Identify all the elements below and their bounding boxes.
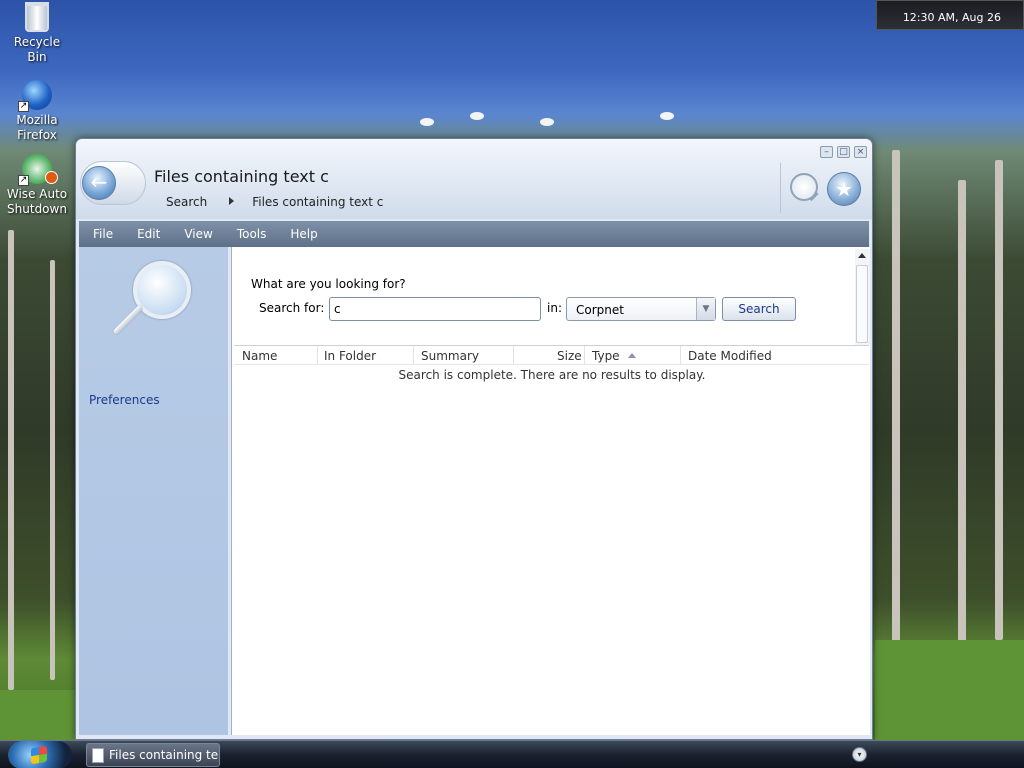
close-icon: ×: [856, 147, 865, 157]
desktop-icon-recycle-bin[interactable]: Recycle Bin: [4, 2, 70, 65]
start-button[interactable]: [8, 741, 72, 768]
blossom-decoration: [540, 118, 554, 126]
breadcrumb-item-current[interactable]: Files containing text c: [252, 195, 383, 209]
breadcrumb-arrow-icon[interactable]: [229, 197, 235, 205]
location-value: Corpnet: [576, 303, 624, 317]
grass: [0, 690, 75, 740]
desktop-icon-label: Wise Auto Shutdown: [6, 187, 68, 216]
favorites-button[interactable]: ★: [827, 172, 861, 206]
taskbar-item-label: Files containing te...: [109, 748, 220, 762]
menu-file[interactable]: File: [93, 221, 113, 241]
clock-text: 12:30 AM, Aug 26: [902, 11, 1001, 24]
column-divider[interactable]: [317, 346, 318, 365]
window-title: Files containing text c: [154, 167, 329, 186]
column-divider[interactable]: [584, 346, 585, 365]
location-dropdown[interactable]: Corpnet ▼: [566, 297, 716, 321]
search-button[interactable]: Search: [722, 297, 796, 321]
tree-trunk: [8, 230, 14, 690]
desktop-icon-firefox[interactable]: ↗ Mozilla Firefox: [4, 80, 70, 143]
alarm-badge-icon: [45, 171, 58, 184]
search-window: ← Files containing text c Search Files co…: [75, 138, 873, 740]
back-button[interactable]: ←: [82, 166, 116, 200]
scroll-up-icon[interactable]: [858, 253, 866, 258]
shortcut-arrow-icon: ↗: [18, 175, 29, 186]
column-summary[interactable]: Summary: [421, 349, 479, 363]
tree-trunk: [958, 180, 966, 650]
column-divider[interactable]: [680, 346, 681, 365]
menu-bar: File Edit View Tools Help: [79, 221, 869, 247]
wise-auto-shutdown-icon: ↗: [18, 154, 58, 186]
tree-trunk: [995, 160, 1003, 640]
minimize-icon: –: [824, 147, 829, 157]
in-label: in:: [547, 301, 562, 315]
star-icon: ★: [835, 177, 853, 201]
menu-help[interactable]: Help: [290, 221, 317, 241]
desktop-icon-label: Recycle Bin: [13, 35, 61, 64]
taskbar-item-search-window[interactable]: Files containing te...: [86, 743, 220, 767]
minimize-button[interactable]: –: [820, 146, 833, 158]
tree-trunk: [50, 260, 55, 680]
column-name[interactable]: Name: [242, 349, 277, 363]
clock-gadget[interactable]: 12:30 AM, Aug 26: [876, 0, 1024, 30]
menu-view[interactable]: View: [184, 221, 212, 241]
blossom-decoration: [420, 118, 434, 126]
back-arrow-icon: ←: [90, 170, 108, 194]
left-pane: Preferences: [79, 247, 228, 735]
column-type[interactable]: Type: [592, 349, 636, 363]
document-icon: [92, 748, 104, 763]
blossom-decoration: [660, 112, 674, 120]
menu-tools[interactable]: Tools: [237, 221, 267, 241]
sort-ascending-icon: [627, 353, 636, 358]
search-toolbar-button[interactable]: [790, 173, 818, 201]
search-for-label: Search for:: [259, 301, 325, 315]
toolbar-divider: [780, 163, 781, 213]
search-prompt: What are you looking for?: [251, 277, 406, 291]
show-hidden-icons-button[interactable]: ▾: [852, 747, 867, 762]
taskbar: Files containing te... ▾: [0, 740, 1024, 768]
firefox-icon: ↗: [18, 80, 52, 112]
title-bar: ← Files containing text c Search Files co…: [76, 139, 872, 219]
column-in-folder[interactable]: In Folder: [324, 349, 376, 363]
maximize-icon: □: [839, 147, 848, 157]
chevron-down-icon: ▾: [857, 750, 862, 759]
menu-edit[interactable]: Edit: [137, 221, 160, 241]
column-size[interactable]: Size: [557, 349, 582, 363]
maximize-button[interactable]: □: [837, 146, 850, 158]
magnifier-handle: [112, 304, 144, 336]
column-divider[interactable]: [513, 346, 514, 365]
grass: [875, 640, 1024, 740]
windows-logo-icon: [31, 745, 47, 765]
recycle-bin-icon: [25, 2, 49, 32]
column-divider[interactable]: [413, 346, 414, 365]
column-type-label: Type: [592, 349, 620, 363]
chevron-down-icon[interactable]: ▼: [696, 298, 715, 320]
vertical-scrollbar[interactable]: [855, 249, 870, 345]
close-button[interactable]: ×: [854, 146, 867, 158]
main-pane: What are you looking for? Search for: in…: [231, 247, 870, 735]
column-date-modified[interactable]: Date Modified: [688, 349, 772, 363]
desktop-icon-wise-auto-shutdown[interactable]: ↗ Wise Auto Shutdown: [4, 154, 70, 217]
tree-trunk: [892, 150, 900, 650]
shortcut-arrow-icon: ↗: [18, 101, 29, 112]
results-column-header: Name In Folder Summary Size Type Date Mo…: [234, 345, 869, 365]
empty-results-message: Search is complete. There are no results…: [398, 368, 706, 382]
preferences-link[interactable]: Preferences: [89, 393, 160, 407]
breadcrumb-item-search[interactable]: Search: [166, 195, 207, 209]
scrollbar-thumb[interactable]: [856, 265, 868, 343]
search-input[interactable]: [329, 297, 541, 321]
desktop-icon-label: Mozilla Firefox: [16, 113, 58, 142]
breadcrumb: Search Files containing text c: [166, 195, 383, 209]
blossom-decoration: [470, 112, 484, 120]
